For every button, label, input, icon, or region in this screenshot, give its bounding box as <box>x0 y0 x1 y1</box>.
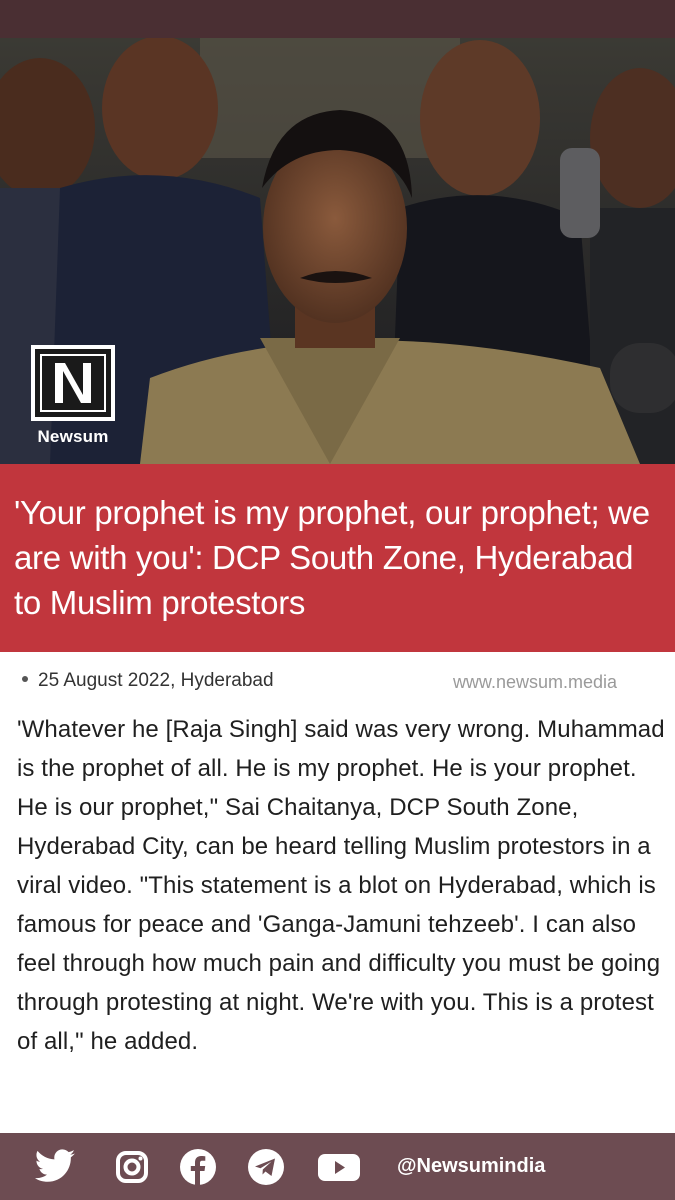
social-handle[interactable]: @Newsumindia <box>397 1155 545 1178</box>
twitter-icon[interactable] <box>33 1147 75 1187</box>
logo-mark <box>31 345 115 421</box>
logo-text: Newsum <box>37 427 109 446</box>
top-bar <box>0 0 675 38</box>
article-meta: 25 August 2022, Hyderabad www.newsum.med… <box>0 666 675 706</box>
facebook-icon[interactable] <box>178 1147 218 1187</box>
website-link[interactable]: www.newsum.media <box>453 672 617 693</box>
article-body: 'Whatever he [Raja Singh] said was very … <box>17 716 665 1055</box>
youtube-icon[interactable] <box>316 1147 362 1187</box>
newsum-logo: Newsum <box>31 345 115 449</box>
headline: 'Your prophet is my prophet, our prophet… <box>0 464 675 652</box>
telegram-icon[interactable] <box>246 1147 286 1187</box>
dateline-text: 25 August 2022, Hyderabad <box>38 670 274 691</box>
instagram-icon[interactable] <box>112 1147 152 1187</box>
bullet-icon <box>22 675 28 682</box>
social-footer: @Newsumindia <box>0 1133 675 1200</box>
dateline: 25 August 2022, Hyderabad <box>22 670 274 692</box>
